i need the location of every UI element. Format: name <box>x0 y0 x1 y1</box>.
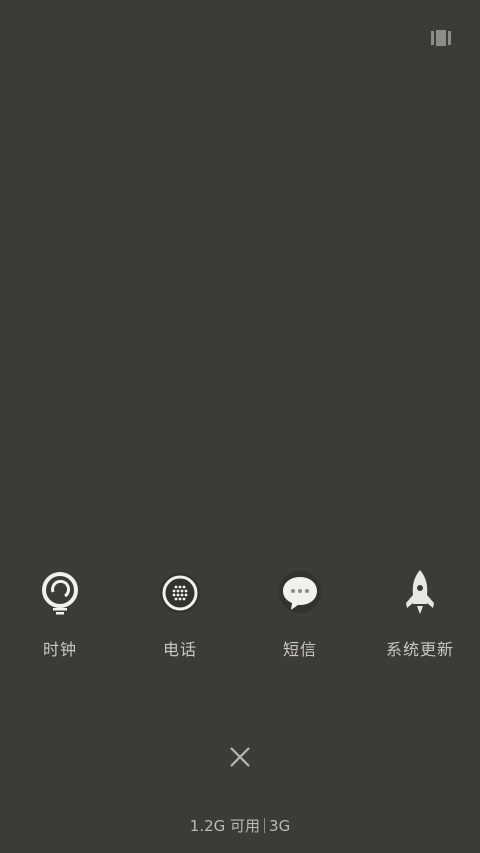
memory-status: 1.2G 可用 3G <box>0 815 480 836</box>
app-label-phone: 电话 <box>162 640 197 659</box>
close-icon <box>230 747 250 767</box>
phone-icon <box>155 568 205 618</box>
recents-grid-icon[interactable] <box>431 30 451 46</box>
memory-total: 3G <box>269 817 291 835</box>
memory-divider <box>264 818 266 833</box>
app-system-update[interactable]: 系统更新 <box>360 568 480 668</box>
recent-apps-row: 时钟 电话 短信 系统更新 <box>0 568 480 668</box>
app-label-system-update: 系统更新 <box>385 640 454 659</box>
app-label-clock: 时钟 <box>42 640 77 659</box>
app-messages[interactable]: 短信 <box>240 568 360 668</box>
clock-icon <box>35 568 85 618</box>
memory-available: 1.2G 可用 <box>189 817 261 835</box>
message-icon <box>275 568 325 618</box>
rocket-icon <box>395 568 445 618</box>
app-clock[interactable]: 时钟 <box>0 568 120 668</box>
app-phone[interactable]: 电话 <box>120 568 240 668</box>
app-label-messages: 短信 <box>282 640 317 659</box>
close-button[interactable] <box>226 743 254 771</box>
